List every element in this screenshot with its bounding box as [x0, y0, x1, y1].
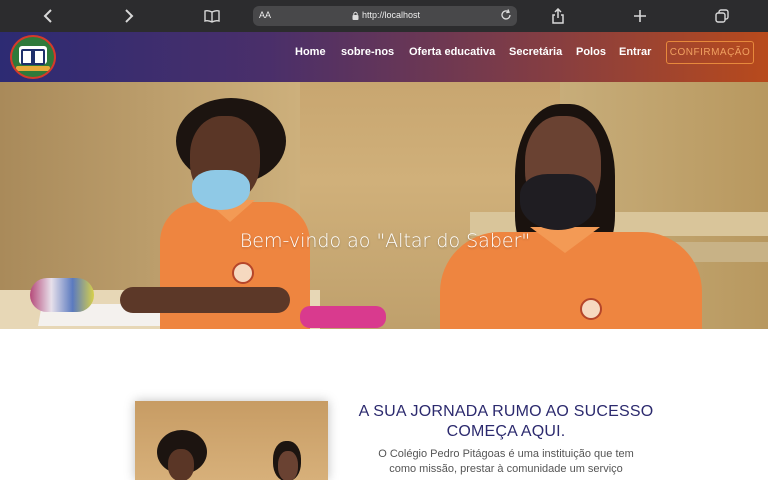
reload-icon[interactable] — [499, 8, 513, 22]
hero-banner: Bem-vindo ao "Altar do Saber" — [0, 82, 768, 329]
confirmation-button[interactable]: CONFIRMAÇÃO — [666, 41, 754, 64]
nav-secretaria[interactable]: Secretária — [509, 46, 562, 58]
intro-paragraph: O Colégio Pedro Pitágoas é uma instituiç… — [346, 447, 666, 477]
student-arm — [120, 287, 290, 313]
logo-ribbon — [16, 66, 50, 71]
face-mask — [520, 174, 596, 230]
nav-entrar[interactable]: Entrar — [619, 46, 651, 58]
back-icon[interactable] — [38, 6, 58, 26]
address-bar[interactable]: AA http://localhost — [253, 6, 517, 26]
lock-icon — [352, 11, 359, 20]
intro-section: A SUA JORNADA RUMO AO SUCESSO COMEÇA AQU… — [0, 329, 768, 480]
students-photo — [135, 401, 328, 480]
book-emblem — [19, 46, 47, 65]
face-mask — [192, 170, 250, 210]
nav-polos[interactable]: Polos — [576, 46, 606, 58]
uniform-badge — [232, 262, 254, 284]
hero-title: Bem-vindo ao "Altar do Saber" — [239, 230, 531, 252]
intro-heading: A SUA JORNADA RUMO AO SUCESSO COMEÇA AQU… — [346, 402, 666, 442]
photo-student — [278, 451, 298, 480]
paragraph-line: O Colégio Pedro Pitágoas é uma instituiç… — [378, 448, 634, 460]
photo-student — [168, 449, 194, 480]
forward-icon[interactable] — [119, 6, 139, 26]
uniform-badge — [580, 298, 602, 320]
heading-line: A SUA JORNADA RUMO AO SUCESSO — [358, 403, 654, 420]
url-text: http://localhost — [362, 10, 421, 20]
nav-home[interactable]: Home — [295, 46, 326, 58]
browser-toolbar: AA http://localhost — [0, 0, 768, 32]
bookmarks-icon[interactable] — [202, 6, 222, 26]
text-size-button[interactable]: AA — [259, 10, 271, 20]
school-logo[interactable] — [10, 35, 56, 79]
share-icon[interactable] — [548, 6, 568, 26]
tabs-overview-icon[interactable] — [712, 6, 732, 26]
new-tab-icon[interactable] — [630, 6, 650, 26]
paragraph-line: como missão, prestar à comunidade um ser… — [389, 463, 623, 475]
nav-oferta-educativa[interactable]: Oferta educativa — [409, 46, 495, 58]
pencil-tin — [30, 278, 94, 312]
pencil-case — [300, 306, 386, 328]
nav-sobre-nos[interactable]: sobre-nos — [341, 46, 394, 58]
heading-line: COMEÇA AQUI. — [446, 423, 566, 440]
